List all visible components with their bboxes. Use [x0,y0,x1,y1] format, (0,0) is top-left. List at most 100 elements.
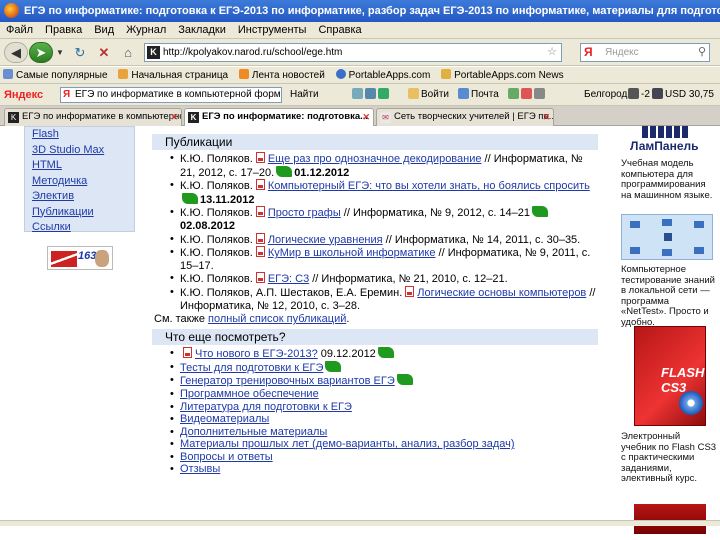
publication-link[interactable]: Компьютерный ЕГЭ: что вы хотели знать, н… [268,180,590,192]
bookmark-news-feed[interactable]: Лента новостей [236,67,330,83]
computer-icon [694,247,704,254]
list-item: • Что нового в ЕГЭ-2013? 09.12.2012 [152,347,598,361]
history-dropdown[interactable]: ▼ [55,42,65,63]
school-163-badge[interactable]: 163 [47,246,113,270]
bookmark-portableapps-news[interactable]: PortableApps.com News [438,67,569,83]
menu-view[interactable]: Вид [88,22,120,39]
list-item: • К.Ю. Поляков. ЕГЭ: С3 // Информатика, № … [152,272,598,286]
more-link[interactable]: Дополнительные материалы [180,426,327,438]
full-publications-link[interactable]: полный список публикаций [208,313,346,325]
bookmark-star-icon[interactable]: ☆ [547,44,557,61]
sidebar-item-html[interactable]: HTML [25,158,134,174]
folder-icon [441,69,452,79]
yandex-tools-icons[interactable] [352,84,391,106]
sidebar-item-flash[interactable]: Flash [25,127,134,143]
more-link[interactable]: Программное обеспечение [180,388,319,400]
url-text: http://kpolyakov.narod.ru/school/ege.htm [163,47,343,58]
next-ad-banner[interactable] [634,504,706,534]
list-item: • К.Ю. Поляков. Компьютерный ЕГЭ: что вы х… [152,179,598,206]
bullet-icon: • [170,400,174,413]
tab-close-icon[interactable]: ✕ [170,109,178,125]
more-link[interactable]: Что нового в ЕГЭ-2013? [195,348,318,360]
main-content: Публикации • К.Ю. Поляков. Еще раз про одн… [152,126,598,540]
lampanel-banner[interactable]: ЛамПанель [620,126,710,158]
bullet-icon: • [170,246,174,259]
nettest-network-image[interactable] [621,214,713,260]
tab-ege-preparation[interactable]: K ЕГЭ по информатике: подготовка... ✕ [184,108,374,126]
more-link[interactable]: Генератор тренировочных вариантов ЕГЭ [180,375,395,387]
list-item: • К.Ю. Поляков. Просто графы // Информатик… [152,206,598,232]
more-link[interactable]: Тесты для подготовки к ЕГЭ [180,362,323,374]
yandex-login-button[interactable]: Войти [408,84,449,106]
tab-teachers-network[interactable]: ✉ Сеть творческих учителей | ЕГЭ по... ✕ [376,108,554,126]
yandex-currency[interactable]: USD 30,75 [652,84,714,106]
bullet-icon: • [170,438,174,451]
sidebar-item-publications[interactable]: Публикации [25,205,134,221]
list-item: • Материалы прошлых лет (демо-варианты, а… [152,438,598,451]
flash-ad-text[interactable]: Электронный учебник по Flash CS3 с практ… [612,431,717,485]
publication-link[interactable]: Просто графы [268,207,341,219]
search-input[interactable]: Я Яндекс ⚲ [580,43,710,62]
menu-help[interactable]: Справка [312,22,367,39]
yandex-city[interactable]: Белгород [584,84,627,106]
yandex-extra-icons[interactable] [508,84,547,106]
stop-button[interactable]: ✕ [94,42,114,63]
more-link[interactable]: Видеоматериалы [180,413,269,425]
bookmark-start-page[interactable]: Начальная страница [115,67,233,83]
list-item: • Дополнительные материалы [152,426,598,439]
site-favicon: K [147,46,160,59]
forward-button[interactable]: ➤ [29,42,53,63]
more-link[interactable]: Литература для подготовки к ЕГЭ [180,401,352,413]
tab-bar: K ЕГЭ по информатике в компьютерно... ✕ … [0,106,720,126]
flash-book-cover[interactable]: FLASH CS3 [634,326,706,426]
address-bar[interactable]: K http://kpolyakov.narod.ru/school/ege.h… [144,43,562,62]
list-item: • Тесты для подготовки к ЕГЭ [152,360,598,375]
publication-date: 13.11.2012 [200,193,255,206]
yandex-mail-button[interactable]: Почта [458,84,499,106]
translate-icon [365,88,376,99]
yandex-weather[interactable]: -2 [628,84,650,106]
publication-link[interactable]: ЕГЭ: С3 [268,273,309,285]
back-button[interactable]: ◀ [4,42,28,63]
more-link[interactable]: Вопросы и ответы [180,451,273,463]
bullet-icon: • [170,360,174,373]
publication-link[interactable]: КуМир в школьной информатике [268,247,436,259]
sidebar-item-methodics[interactable]: Методичка [25,174,134,190]
globe-icon [335,69,346,79]
yandex-logo[interactable]: Яндекс [4,84,43,106]
lampanel-ad-text[interactable]: Учебная модель компьютера для программир… [612,158,717,201]
page-content: Flash 3D Studio Max HTML Методичка Элект… [0,126,720,540]
yandex-find-button[interactable]: Найти [290,84,319,106]
menu-tools[interactable]: Инструменты [232,22,313,39]
publication-link[interactable]: Логические основы компьютеров [417,287,586,299]
author-text: К.Ю. Поляков. [180,233,253,246]
chevron-down-icon: ▼ [56,48,64,57]
tab-close-icon[interactable]: ✕ [542,109,550,125]
more-link[interactable]: Материалы прошлых лет (демо-варианты, ан… [180,438,515,450]
publication-link[interactable]: Еще раз про однозначное декодирование [268,153,482,165]
highlight-icon [352,88,363,99]
menu-history[interactable]: Журнал [120,22,172,39]
sidebar-item-elective[interactable]: Электив [25,189,134,205]
publication-link[interactable]: Логические уравнения [268,234,383,246]
home-button[interactable]: ⌂ [118,42,138,63]
reload-button[interactable]: ↻ [70,42,90,63]
bullet-icon: • [170,232,174,245]
sidebar-item-3dmax[interactable]: 3D Studio Max [25,143,134,159]
sidebar-item-links[interactable]: Ссылки [25,220,134,236]
horizontal-scrollbar[interactable] [0,520,720,526]
window-title-bar: ЕГЭ по информатике: подготовка к ЕГЭ-201… [0,0,720,22]
menu-edit[interactable]: Правка [39,22,88,39]
tab-close-icon[interactable]: ✕ [362,109,370,125]
nettest-ad-text[interactable]: Компьютерное тестирование знаний в локал… [612,264,717,329]
publication-date: 01.12.2012 [294,166,350,179]
search-icon[interactable]: ⚲ [698,44,706,61]
menu-bookmarks[interactable]: Закладки [172,22,232,39]
bookmark-portableapps[interactable]: PortableApps.com [333,67,436,83]
navigation-toolbar: ◀ ➤ ▼ ↻ ✕ ⌂ K http://kpolyakov.narod.ru/… [0,39,720,66]
bookmark-most-visited[interactable]: Самые популярные [0,67,113,83]
tab-ege-computer-form[interactable]: K ЕГЭ по информатике в компьютерно... ✕ [4,108,182,126]
yandex-search-input[interactable]: Я ЕГЭ по информатике в компьютерной форм… [60,87,282,103]
more-link[interactable]: Отзывы [180,463,220,475]
menu-file[interactable]: Файл [0,22,39,39]
